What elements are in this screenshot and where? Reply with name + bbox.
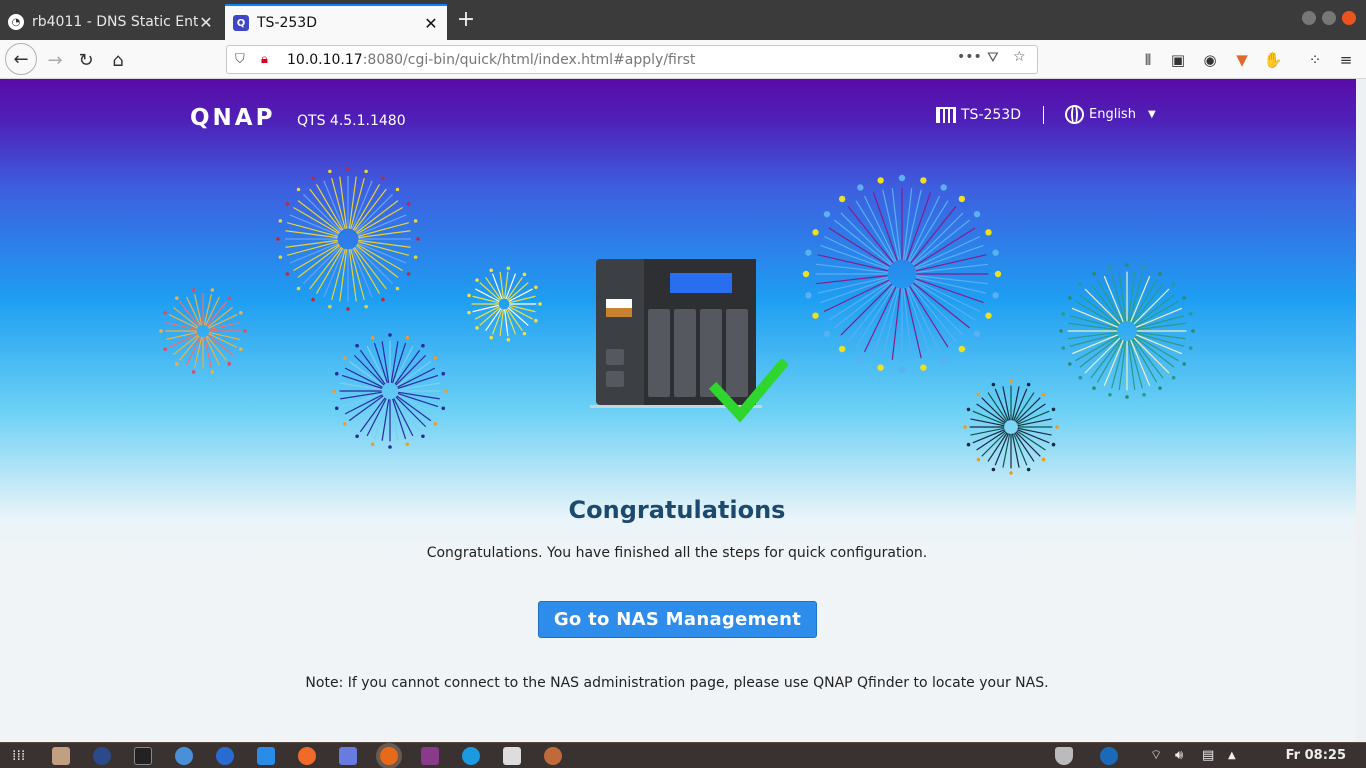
firework-burst bbox=[1059, 263, 1195, 399]
tab-rb4011[interactable]: ◔ rb4011 - DNS Static Entri ✕ bbox=[0, 4, 222, 40]
firework-burst bbox=[802, 174, 1002, 374]
discord-icon[interactable] bbox=[339, 747, 357, 765]
desktop-taskbar: ⁞⁞⁞ ⌔ 🔊︎ ▤ ▲ Fr 08:25 bbox=[0, 742, 1366, 768]
wifi-icon[interactable]: ⌔ bbox=[1150, 747, 1168, 765]
firework-burst bbox=[332, 333, 448, 449]
firework-burst bbox=[159, 288, 247, 374]
insecure-lock-icon[interactable]: 🔒︎ bbox=[261, 52, 277, 67]
library-icon[interactable]: ⫴ bbox=[1138, 50, 1158, 70]
qfinder-note: Note: If you cannot connect to the NAS a… bbox=[305, 675, 1049, 691]
browser-nav-bar: ← → ↻ ⌂ ⛉ 🔒︎ 10.0.10.17:8080/cgi-bin/qui… bbox=[0, 40, 1366, 79]
back-button[interactable]: ← bbox=[5, 43, 37, 75]
pocket-icon[interactable]: ⛛ bbox=[987, 50, 999, 66]
extension-icon[interactable]: ▼ bbox=[1232, 50, 1252, 70]
clipboard-icon[interactable]: ▤ bbox=[1202, 747, 1220, 765]
postman-icon[interactable] bbox=[298, 747, 316, 765]
skype-icon[interactable] bbox=[462, 747, 480, 765]
tab-ts253d[interactable]: Q TS-253D ✕ bbox=[225, 4, 447, 40]
reload-button[interactable]: ↻ bbox=[71, 45, 101, 75]
tab-title: rb4011 - DNS Static Entri bbox=[32, 14, 198, 30]
url-bar[interactable]: ⛉ 🔒︎ 10.0.10.17:8080/cgi-bin/quick/html/… bbox=[226, 45, 1038, 74]
extensions-menu-icon[interactable]: ⁘ bbox=[1305, 50, 1325, 70]
tray-expand-icon[interactable]: ▲ bbox=[1228, 747, 1246, 765]
firework-burst bbox=[467, 266, 542, 342]
tab-title: TS-253D bbox=[257, 15, 317, 31]
completion-message: Congratulations. You have finished all t… bbox=[426, 545, 928, 561]
new-tab-button[interactable]: + bbox=[454, 8, 478, 32]
vscode-icon[interactable] bbox=[257, 747, 275, 765]
page-title: Congratulations bbox=[568, 496, 786, 524]
forward-button[interactable]: → bbox=[40, 45, 70, 75]
taskbar-clock[interactable]: Fr 08:25 bbox=[1286, 748, 1346, 763]
mikrotik-icon: ◔ bbox=[8, 14, 24, 30]
qnap-setup-page: QNAP QTS 4.5.1.1480 TS-253D English ▼ Co… bbox=[0, 79, 1366, 742]
terminal-icon[interactable] bbox=[134, 747, 152, 765]
security-shield-icon[interactable] bbox=[1055, 747, 1073, 765]
vpn-lock-icon[interactable] bbox=[93, 747, 111, 765]
shield-icon[interactable]: ⛉ bbox=[235, 52, 251, 67]
chromium-icon[interactable] bbox=[175, 747, 193, 765]
firefox-icon[interactable] bbox=[380, 747, 398, 765]
video-editor-icon[interactable] bbox=[421, 747, 439, 765]
close-tab-icon[interactable]: ✕ bbox=[198, 13, 214, 32]
firework-burst bbox=[276, 167, 420, 311]
apps-grid-icon[interactable]: ⁞⁞⁞ bbox=[12, 747, 30, 765]
maximize-window-icon[interactable] bbox=[1322, 11, 1336, 25]
settings-icon[interactable] bbox=[544, 747, 562, 765]
qnap-icon: Q bbox=[233, 15, 249, 31]
gnome-extension-icon[interactable]: ✋ bbox=[1263, 50, 1283, 70]
close-window-icon[interactable] bbox=[1342, 11, 1356, 25]
close-tab-icon[interactable]: ✕ bbox=[423, 14, 439, 33]
winbox-icon[interactable] bbox=[216, 747, 234, 765]
nas-lcd bbox=[670, 273, 732, 293]
hamburger-menu-icon[interactable]: ≡ bbox=[1336, 50, 1356, 70]
page-scrollbar[interactable] bbox=[1356, 79, 1366, 742]
sidebar-icon[interactable]: ▣ bbox=[1168, 50, 1188, 70]
text-editor-icon[interactable] bbox=[503, 747, 521, 765]
bookmark-star-icon[interactable]: ☆ bbox=[1013, 49, 1026, 65]
go-to-nas-management-button[interactable]: Go to NAS Management bbox=[538, 601, 817, 638]
files-icon[interactable] bbox=[52, 747, 70, 765]
page-actions-icon[interactable]: ••• bbox=[957, 49, 982, 65]
volume-icon[interactable]: 🔊︎ bbox=[1175, 747, 1193, 765]
firework-burst bbox=[963, 379, 1059, 475]
url-text[interactable]: 10.0.10.17:8080/cgi-bin/quick/html/index… bbox=[287, 52, 695, 68]
minimize-window-icon[interactable] bbox=[1302, 11, 1316, 25]
hp-icon[interactable] bbox=[1100, 747, 1118, 765]
browser-tab-bar: ◔ rb4011 - DNS Static Entri ✕ Q TS-253D … bbox=[0, 0, 1366, 40]
home-button[interactable]: ⌂ bbox=[103, 45, 133, 75]
checkmark-icon bbox=[708, 359, 788, 423]
account-icon[interactable]: ◉ bbox=[1200, 50, 1220, 70]
